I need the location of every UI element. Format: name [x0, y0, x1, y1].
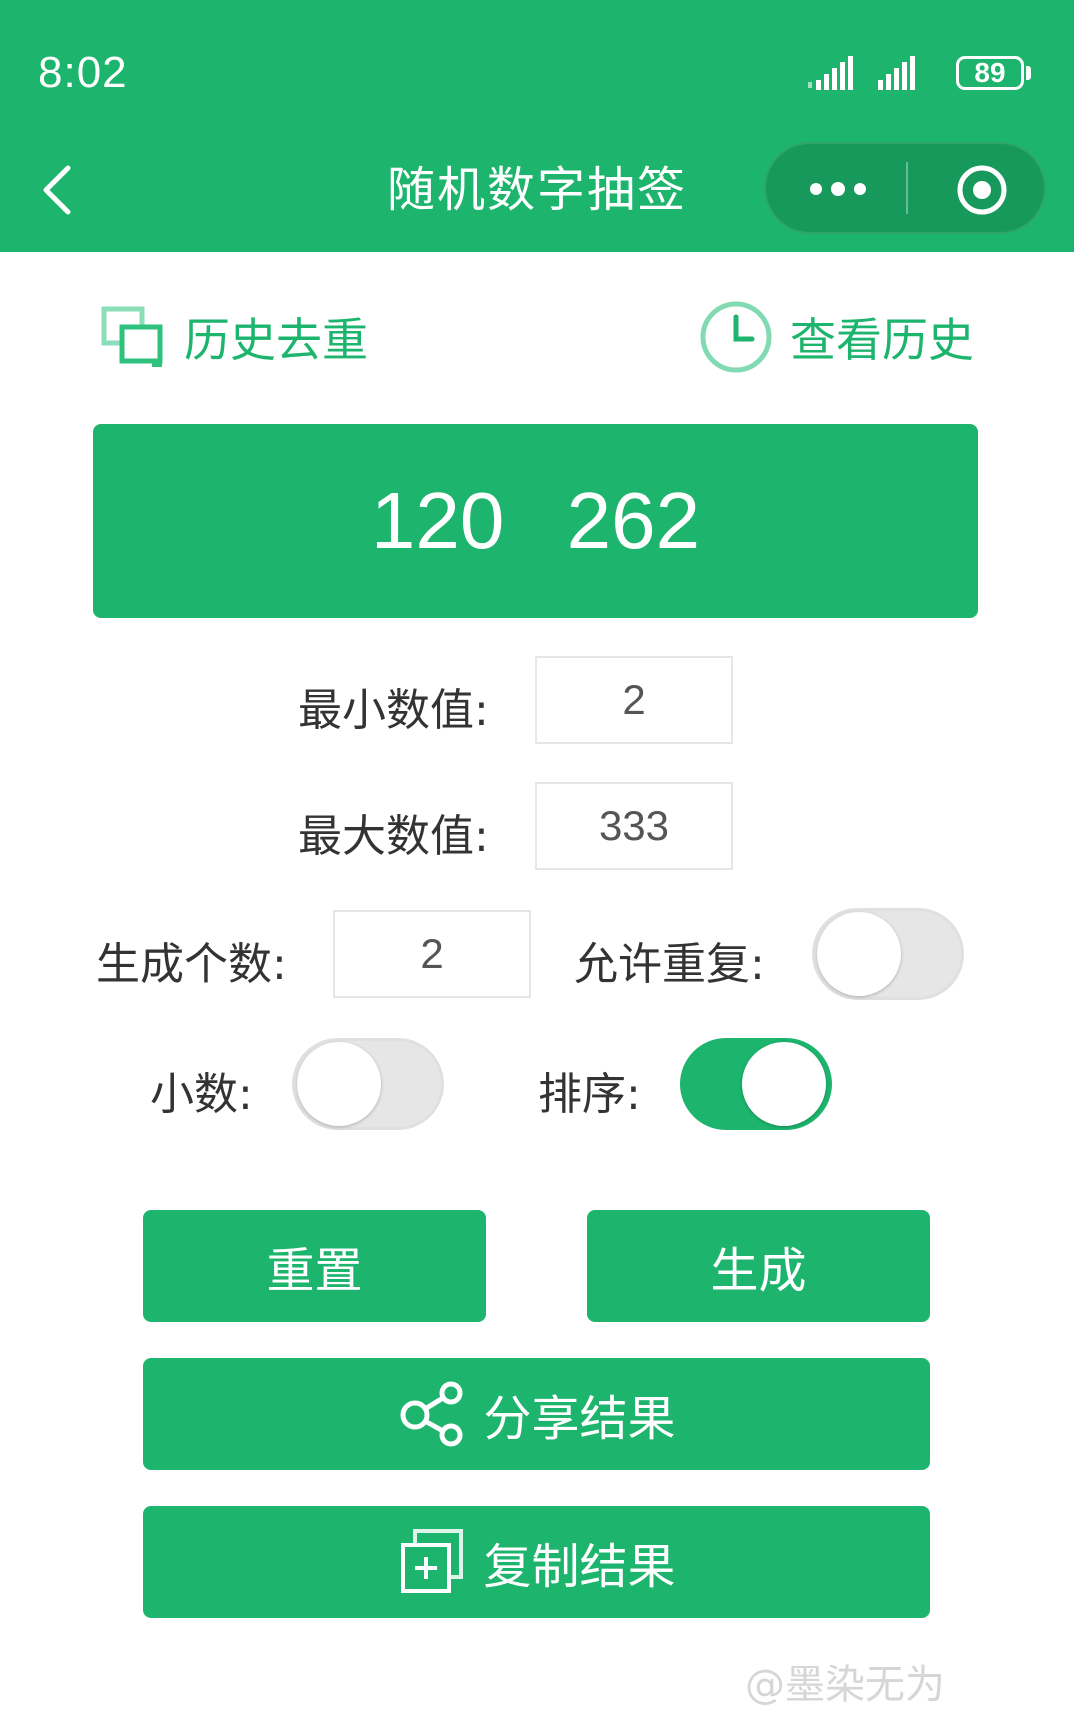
reset-button[interactable]: 重置 — [143, 1210, 486, 1322]
miniprogram-capsule — [764, 142, 1046, 234]
signal-icons — [806, 54, 946, 94]
allow-repeat-label: 允许重复: — [574, 939, 765, 990]
dedupe-history-link[interactable]: 历史去重 — [100, 302, 368, 372]
min-value-label: 最小数值: — [298, 685, 489, 736]
sort-toggle[interactable] — [680, 1038, 832, 1130]
more-dots-icon — [810, 182, 866, 196]
reset-button-label: 重置 — [266, 1243, 363, 1299]
watermark: @墨染无为 — [745, 1662, 945, 1708]
decimal-label: 小数: — [150, 1069, 253, 1120]
copy-result-button[interactable]: 复制结果 — [143, 1506, 930, 1618]
max-value-label: 最大数值: — [298, 811, 489, 862]
view-history-link[interactable]: 查看历史 — [698, 301, 974, 373]
capsule-divider — [906, 162, 908, 214]
copy-squares-icon — [101, 306, 163, 367]
min-value-input[interactable]: 2 — [535, 656, 733, 744]
more-button[interactable] — [808, 174, 868, 208]
allow-repeat-toggle[interactable] — [812, 908, 964, 1000]
view-history-label: 查看历史 — [790, 313, 974, 367]
signal-icon — [808, 56, 915, 90]
count-label: 生成个数: — [96, 939, 287, 990]
battery-indicator: 89 — [956, 56, 1024, 90]
app-header: 8:02 89 随机数字抽签 — [0, 0, 1074, 252]
toggle-knob — [817, 912, 901, 996]
max-value-input[interactable]: 333 — [535, 782, 733, 870]
share-result-button[interactable]: 分享结果 — [143, 1358, 930, 1470]
sort-label: 排序: — [538, 1069, 641, 1120]
toggle-knob — [297, 1042, 381, 1126]
close-miniprogram-button[interactable] — [956, 164, 1008, 220]
dedupe-history-label: 历史去重 — [184, 313, 368, 367]
share-result-label: 分享结果 — [483, 1391, 676, 1447]
clock-icon — [700, 301, 772, 373]
battery-nub — [1026, 66, 1031, 80]
decimal-toggle[interactable] — [292, 1038, 444, 1130]
result-display: 120 262 — [93, 424, 978, 618]
copy-plus-icon — [397, 1527, 467, 1597]
toggle-knob — [742, 1042, 826, 1126]
generate-button-label: 生成 — [710, 1243, 807, 1299]
generate-button[interactable]: 生成 — [587, 1210, 930, 1322]
share-icon — [397, 1379, 467, 1449]
target-icon — [957, 165, 1007, 215]
status-time: 8:02 — [38, 48, 128, 97]
count-input[interactable]: 2 — [333, 910, 531, 998]
copy-result-label: 复制结果 — [483, 1539, 676, 1595]
